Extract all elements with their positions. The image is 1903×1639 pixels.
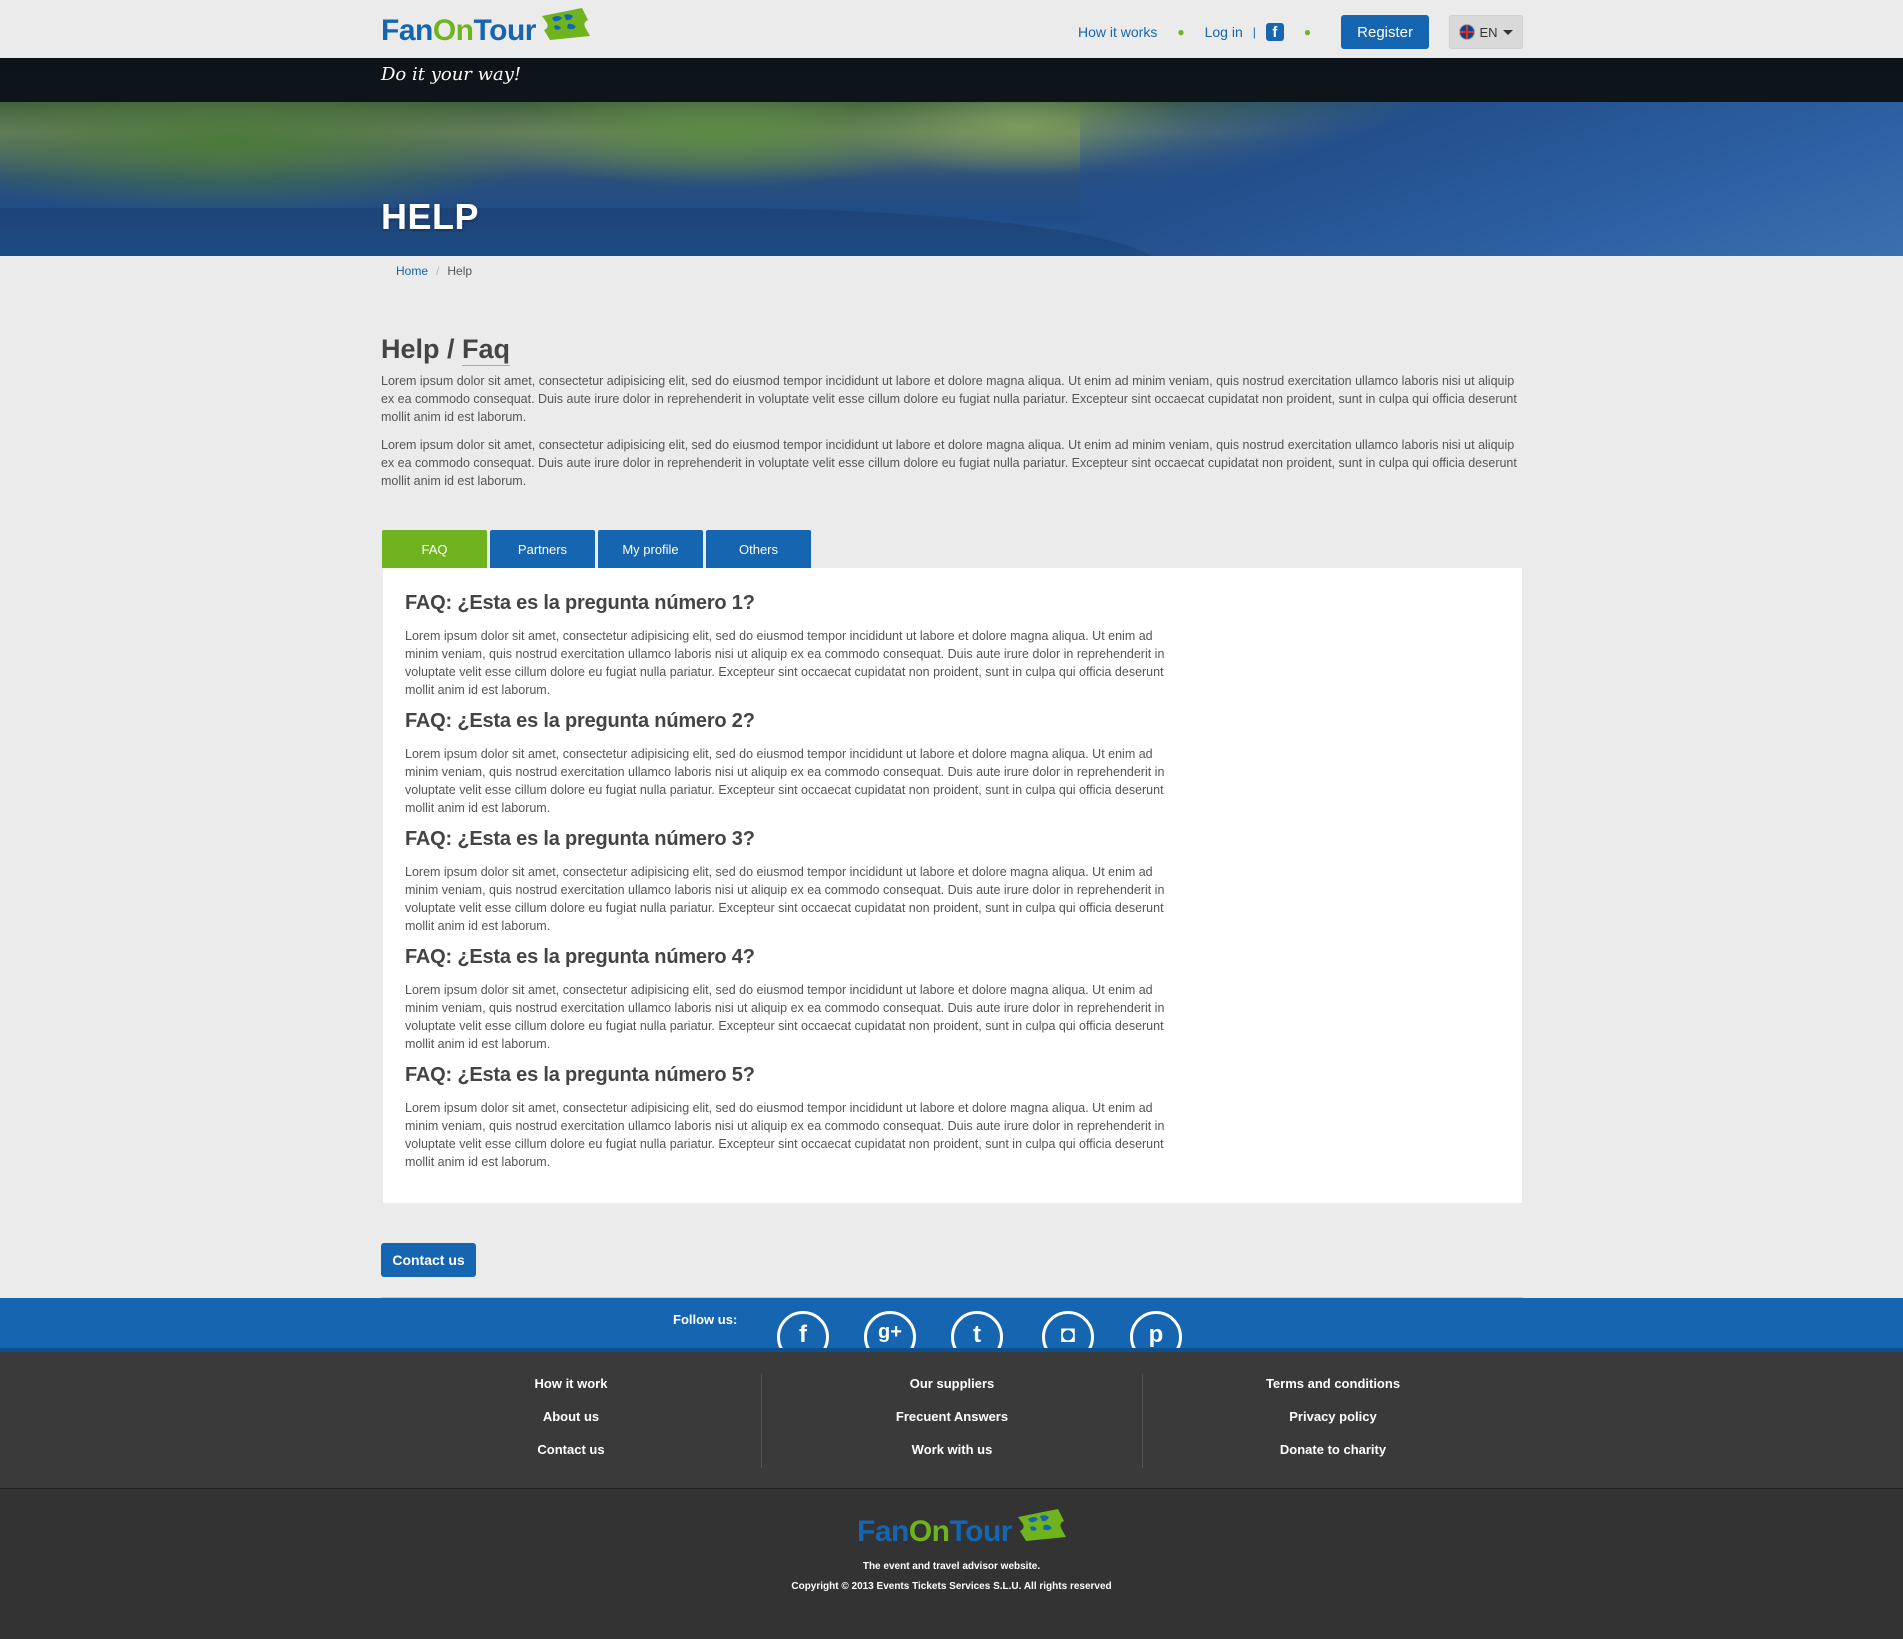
faq-panel: FAQ: ¿Esta es la pregunta número 1? Lore… [383, 568, 1522, 1203]
contact-us-button[interactable]: Contact us [381, 1243, 476, 1277]
language-selector[interactable]: EN [1449, 15, 1523, 49]
footer-link-how-it-work[interactable]: How it work [381, 1376, 761, 1409]
faq-question: FAQ: ¿Esta es la pregunta número 2? [405, 710, 755, 732]
pinterest-icon[interactable]: p [1130, 1311, 1182, 1348]
uk-flag-icon [1459, 24, 1476, 40]
nav-how-it-works-link[interactable]: How it works [1078, 24, 1157, 40]
hero-lake-image [1080, 102, 1903, 256]
brand-tagline: Do it your way! [381, 64, 522, 85]
footer-link-about-us[interactable]: About us [381, 1409, 761, 1442]
help-tabs: FAQ Partners My profile Others [382, 530, 814, 568]
follow-bar: Follow us: f g+ t ◘ p [0, 1298, 1903, 1348]
nav-separator-pipe: | [1252, 25, 1256, 39]
twitter-icon[interactable]: t [951, 1311, 1003, 1348]
faq-answer: Lorem ipsum dolor sit amet, consectetur … [405, 865, 1165, 933]
footer-tagline: The event and travel advisor website. [862, 1561, 1041, 1572]
instagram-icon[interactable]: ◘ [1042, 1311, 1094, 1348]
faq-answer: Lorem ipsum dolor sit amet, consectetur … [405, 747, 1165, 815]
facebook-login-icon[interactable]: f [1265, 23, 1284, 41]
breadcrumb-home-link[interactable]: Home [396, 264, 428, 278]
faq-answer: Lorem ipsum dolor sit amet, consectetur … [405, 983, 1165, 1051]
footer-logo: FanOnTour [857, 1509, 1068, 1555]
section-heading-part2: Faq [462, 334, 511, 366]
footer-link-donate[interactable]: Donate to charity [1143, 1442, 1523, 1475]
tab-others[interactable]: Others [706, 530, 811, 568]
footer-bottom: FanOnTour The event and travel advisor w… [0, 1488, 1903, 1639]
footer-link-our-suppliers[interactable]: Our suppliers [762, 1376, 1142, 1409]
footer-link-terms[interactable]: Terms and conditions [1143, 1376, 1523, 1409]
footer-column-3: Terms and conditions Privacy policy Dona… [1143, 1376, 1523, 1475]
intro-text: Lorem ipsum dolor sit amet, consectetur … [381, 372, 1523, 500]
copyright-text: Copyright © 2013 Events Tickets Services… [791, 1581, 1112, 1592]
hero-banner [0, 58, 1903, 256]
footer-links: How it work About us Contact us Our supp… [0, 1348, 1903, 1488]
footer-link-frecuent-answers[interactable]: Frecuent Answers [762, 1409, 1142, 1442]
intro-paragraph: Lorem ipsum dolor sit amet, consectetur … [381, 438, 1517, 488]
tab-my-profile[interactable]: My profile [598, 530, 703, 568]
chevron-down-icon [1502, 29, 1513, 35]
ticket-globe-icon [1017, 1509, 1066, 1541]
page-title: HELP [381, 196, 480, 237]
tab-faq[interactable]: FAQ [382, 530, 487, 568]
ticket-globe-icon [541, 8, 590, 40]
faq-question: FAQ: ¿Esta es la pregunta número 4? [405, 946, 755, 968]
faq-question: FAQ: ¿Esta es la pregunta número 3? [405, 828, 755, 850]
breadcrumb: Home / Help [396, 264, 472, 278]
register-button[interactable]: Register [1341, 15, 1429, 49]
nav-separator-dot: ● [1303, 25, 1312, 39]
header-nav: How it works ● Log in | f ● Register EN [1078, 14, 1523, 50]
logo-wordmark: FanOnTour [381, 14, 536, 47]
top-bar: FanOnTour How it works ● Log in | f ● Re… [0, 0, 1903, 58]
site-logo[interactable]: FanOnTour [381, 8, 592, 54]
footer-link-privacy[interactable]: Privacy policy [1143, 1409, 1523, 1442]
intro-paragraph: Lorem ipsum dolor sit amet, consectetur … [381, 374, 1517, 424]
footer-link-work-with-us[interactable]: Work with us [762, 1442, 1142, 1475]
language-code: EN [1479, 24, 1498, 40]
footer-column-2: Our suppliers Frecuent Answers Work with… [762, 1376, 1142, 1475]
section-heading-part1: Help / [381, 334, 463, 364]
faq-answer: Lorem ipsum dolor sit amet, consectetur … [405, 1101, 1165, 1169]
facebook-icon[interactable]: f [777, 1311, 829, 1348]
nav-separator-dot: ● [1177, 25, 1185, 39]
footer-link-contact-us[interactable]: Contact us [381, 1442, 761, 1475]
faq-question: FAQ: ¿Esta es la pregunta número 1? [405, 592, 755, 614]
breadcrumb-separator: / [436, 264, 440, 278]
section-heading: Help / Faq [381, 334, 511, 366]
tab-partners[interactable]: Partners [490, 530, 595, 568]
faq-list: FAQ: ¿Esta es la pregunta número 1? Lore… [405, 592, 1175, 1182]
breadcrumb-current: Help [447, 264, 473, 278]
logo-wordmark: FanOnTour [857, 1515, 1012, 1548]
googleplus-icon[interactable]: g+ [864, 1311, 916, 1348]
nav-log-in-link[interactable]: Log in [1205, 24, 1243, 40]
follow-label: Follow us: [673, 1312, 738, 1327]
faq-question: FAQ: ¿Esta es la pregunta número 5? [405, 1064, 755, 1086]
footer-column-1: How it work About us Contact us [381, 1376, 761, 1475]
faq-answer: Lorem ipsum dolor sit amet, consectetur … [405, 629, 1165, 697]
